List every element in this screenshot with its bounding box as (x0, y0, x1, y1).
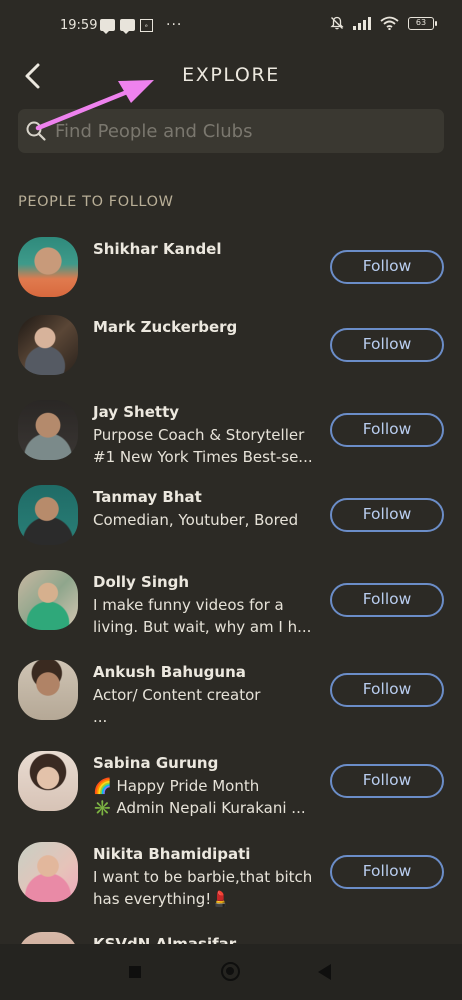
person-bio-line: has everything!💄 (93, 890, 230, 908)
back-triangle-icon[interactable] (318, 964, 331, 980)
person-name[interactable]: Tanmay Bhat (93, 488, 202, 506)
follow-button[interactable]: Follow (330, 250, 444, 284)
page-title: EXPLORE (182, 64, 280, 86)
avatar[interactable] (18, 570, 78, 630)
person-name[interactable]: Dolly Singh (93, 573, 189, 591)
follow-button[interactable]: Follow (330, 328, 444, 362)
person-bio-line: 🌈 Happy Pride Month (93, 777, 260, 795)
follow-button[interactable]: Follow (330, 498, 444, 532)
message-icon (120, 19, 135, 34)
person-bio-line: I want to be barbie,that bitch (93, 868, 313, 886)
avatar[interactable] (18, 842, 78, 902)
avatar[interactable] (18, 660, 78, 720)
sim-icon: ₑ (140, 18, 153, 32)
status-notification-icons: ₑ ··· (100, 17, 183, 34)
avatar[interactable] (18, 237, 78, 297)
person-bio-line: ✳️ Admin Nepali Kurakani ... (93, 799, 306, 817)
search-input[interactable] (55, 113, 435, 149)
home-circle-icon[interactable] (221, 962, 240, 981)
avatar[interactable] (18, 751, 78, 811)
person-bio-line: #1 New York Times Best-se... (93, 448, 313, 466)
follow-button[interactable]: Follow (330, 764, 444, 798)
avatar[interactable] (18, 485, 78, 545)
person-name[interactable]: Ankush Bahuguna (93, 663, 246, 681)
person-name[interactable]: Shikhar Kandel (93, 240, 222, 258)
person-name[interactable]: Sabina Gurung (93, 754, 218, 772)
person-bio-line: Purpose Coach & Storyteller (93, 426, 305, 444)
mute-icon (330, 16, 344, 30)
explore-screen: 19:59 ₑ ··· 63 EXPLORE Find People and C… (0, 0, 462, 1000)
status-system-icons: 63 (330, 16, 437, 30)
status-bar: 19:59 ₑ ··· 63 (0, 0, 462, 52)
person-bio-line: living. But wait, why am I h... (93, 618, 312, 636)
battery-icon: 63 (408, 16, 437, 30)
section-title: PEOPLE TO FOLLOW (18, 194, 174, 210)
wifi-icon (380, 16, 399, 30)
avatar[interactable] (18, 315, 78, 375)
follow-button[interactable]: Follow (330, 413, 444, 447)
person-bio-line: ... (93, 708, 108, 726)
person-name[interactable]: Nikita Bhamidipati (93, 845, 250, 863)
message-icon (100, 19, 115, 34)
signal-icon (353, 16, 371, 30)
follow-button[interactable]: Follow (330, 673, 444, 707)
follow-button[interactable]: Follow (330, 583, 444, 617)
more-notifications-icon: ··· (166, 17, 183, 33)
recents-square-icon[interactable] (129, 966, 141, 978)
follow-button[interactable]: Follow (330, 855, 444, 889)
person-name[interactable]: Mark Zuckerberg (93, 318, 237, 336)
person-name[interactable]: Jay Shetty (93, 403, 179, 421)
search-icon (26, 121, 46, 141)
person-bio-line: Actor/ Content creator (93, 686, 261, 704)
person-bio-line: I make funny videos for a (93, 596, 284, 614)
status-time: 19:59 (60, 18, 98, 33)
person-bio-line: Comedian, Youtuber, Bored (93, 511, 299, 529)
avatar[interactable] (18, 400, 78, 460)
